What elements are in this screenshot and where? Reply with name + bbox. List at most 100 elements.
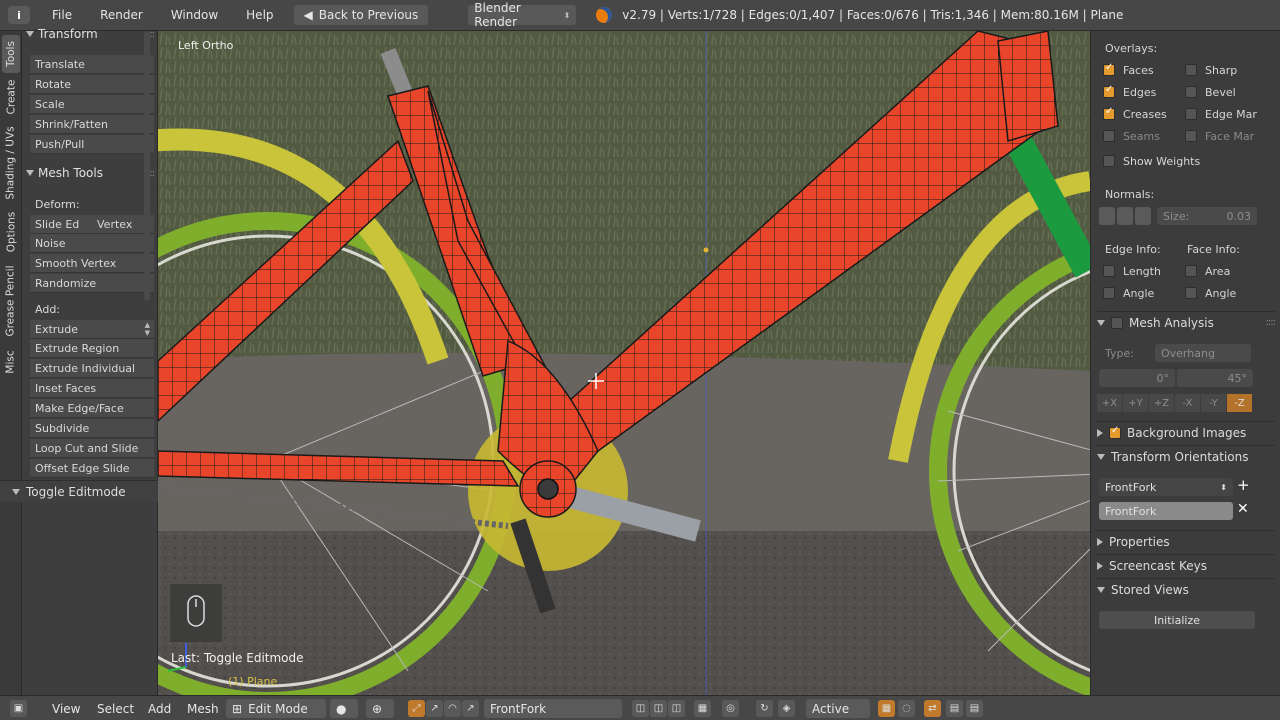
background-images-checkbox[interactable] — [1109, 425, 1121, 439]
project-elements-icon[interactable]: ◌ — [898, 700, 915, 717]
scale-manipulator-icon[interactable]: ↗ — [462, 700, 479, 717]
select-menu[interactable]: Select — [97, 700, 134, 717]
render-image-icon[interactable]: ▤ — [946, 700, 963, 717]
offset-edge-slide-button[interactable]: Offset Edge Slide — [30, 459, 154, 478]
tab-misc[interactable]: Misc — [2, 345, 20, 379]
axis-pos-z-button[interactable]: +Z — [1149, 394, 1174, 412]
split-normals-icon[interactable] — [1117, 207, 1133, 225]
sharp-checkbox[interactable] — [1185, 64, 1197, 76]
3d-viewport[interactable]: Left Ortho Last: Toggle Editmode (1) Pla… — [158, 31, 1090, 695]
edge-length-checkbox[interactable] — [1103, 265, 1115, 277]
add-menu[interactable]: Add — [148, 700, 171, 717]
initialize-button[interactable]: Initialize — [1099, 611, 1255, 629]
translate-button[interactable]: Translate — [30, 55, 154, 74]
back-to-previous-button[interactable]: ◀ Back to Previous — [293, 5, 429, 25]
edges-checkbox[interactable] — [1103, 84, 1115, 98]
edge-angle-checkbox[interactable] — [1103, 287, 1115, 299]
make-edge-face-button[interactable]: Make Edge/Face — [30, 399, 154, 418]
axis-pos-y-button[interactable]: +Y — [1123, 394, 1148, 412]
menu-render[interactable]: Render — [86, 8, 157, 22]
snap-element-icon[interactable]: ◈ — [778, 700, 795, 717]
axis-pos-x-button[interactable]: +X — [1097, 394, 1122, 412]
randomize-button[interactable]: Randomize — [30, 274, 154, 293]
seams-checkbox[interactable] — [1103, 130, 1115, 142]
mesh-tools-panel-header[interactable]: Mesh Tools :::: — [26, 164, 155, 182]
background-images-panel-header[interactable]: Background Images — [1097, 421, 1275, 443]
face-area-checkbox[interactable] — [1185, 265, 1197, 277]
editor-type-icon[interactable]: ▣ — [10, 700, 27, 717]
view-menu[interactable]: View — [52, 700, 80, 717]
analysis-min-field[interactable]: 0° — [1099, 369, 1175, 387]
proportional-editing-icon[interactable]: ◎ — [722, 700, 739, 717]
last-operator-panel-header[interactable]: Toggle Editmode — [0, 480, 158, 502]
vertex-select-icon[interactable]: ◫ — [632, 700, 649, 717]
extrude-button[interactable]: Extrude ▲ ▼ — [30, 320, 154, 339]
extrude-individual-button[interactable]: Extrude Individual — [30, 359, 154, 378]
transform-orientation-select[interactable]: FrontFork — [484, 699, 622, 718]
manipulator-toggle-icon[interactable]: ⤢ — [408, 700, 425, 717]
tab-shading-uvs[interactable]: Shading / UVs — [2, 123, 20, 203]
stored-views-panel-header[interactable]: Stored Views — [1097, 578, 1275, 600]
auto-merge-icon[interactable]: ⇄ — [924, 700, 941, 717]
shading-select[interactable]: ● — [330, 699, 358, 718]
orientation-select[interactable]: FrontFork ⬍ — [1099, 478, 1233, 496]
translate-manipulator-icon[interactable]: ↗ — [426, 700, 443, 717]
analysis-type-select[interactable]: Overhang — [1155, 344, 1251, 362]
analysis-max-field[interactable]: 45° — [1177, 369, 1253, 387]
normals-size-field[interactable]: Size: 0.03 — [1157, 207, 1257, 225]
noise-button[interactable]: Noise — [30, 234, 154, 253]
edge-marks-checkbox[interactable] — [1185, 108, 1197, 120]
mesh-analysis-panel-header[interactable]: Mesh Analysis :::: — [1097, 311, 1277, 333]
edge-select-icon[interactable]: ◫ — [650, 700, 667, 717]
subdivide-button[interactable]: Subdivide — [30, 419, 154, 438]
mode-select[interactable]: ⊞ Edit Mode — [226, 699, 326, 718]
show-weights-checkbox[interactable] — [1103, 155, 1115, 167]
tab-options[interactable]: Options — [2, 207, 20, 257]
drag-handle-icon[interactable]: :::: — [1266, 317, 1277, 328]
mesh-analysis-checkbox[interactable] — [1111, 316, 1123, 329]
render-animation-icon[interactable]: ▤ — [966, 700, 983, 717]
shrink-fatten-button[interactable]: Shrink/Fatten — [30, 115, 154, 134]
rotate-manipulator-icon[interactable]: ◠ — [444, 700, 461, 717]
screencast-keys-panel-header[interactable]: Screencast Keys — [1097, 554, 1275, 576]
menu-window[interactable]: Window — [157, 8, 232, 22]
tab-create[interactable]: Create — [2, 75, 20, 119]
push-pull-button[interactable]: Push/Pull — [30, 135, 154, 154]
orientation-name-field[interactable]: FrontFork — [1099, 502, 1233, 520]
loop-cut-and-slide-button[interactable]: Loop Cut and Slide — [30, 439, 154, 458]
inset-faces-button[interactable]: Inset Faces — [30, 379, 154, 398]
mesh-menu[interactable]: Mesh — [187, 700, 219, 717]
scale-button[interactable]: Scale — [30, 95, 154, 114]
bevel-checkbox[interactable] — [1185, 86, 1197, 98]
face-select-icon[interactable]: ◫ — [668, 700, 685, 717]
properties-panel-header[interactable]: Properties — [1097, 530, 1275, 552]
snap-icon[interactable]: ↻ — [756, 700, 773, 717]
axis-neg-y-button[interactable]: -Y — [1201, 394, 1226, 412]
menu-file[interactable]: File — [38, 8, 86, 22]
info-editor-icon[interactable]: i — [8, 6, 30, 24]
slide-edge-button[interactable]: Slide Ed — [30, 215, 92, 234]
vertex-normals-icon[interactable] — [1099, 207, 1115, 225]
faces-checkbox[interactable] — [1103, 62, 1115, 76]
smooth-vertex-button[interactable]: Smooth Vertex — [30, 254, 154, 273]
render-engine-select[interactable]: Blender Render ⬍ — [468, 1, 577, 29]
menu-help[interactable]: Help — [232, 8, 287, 22]
transform-panel-header[interactable]: Transform :::: — [26, 25, 155, 43]
transform-orientations-panel-header[interactable]: Transform Orientations — [1097, 445, 1275, 467]
shelf-scrollbar[interactable] — [144, 31, 150, 301]
extrude-region-button[interactable]: Extrude Region — [30, 339, 154, 358]
occlude-geometry-icon[interactable]: ▦ — [694, 700, 711, 717]
face-normals-icon[interactable] — [1135, 207, 1151, 225]
add-orientation-icon[interactable]: + — [1237, 476, 1250, 494]
pivot-point-select[interactable]: ⊕ — [366, 699, 394, 718]
tab-tools[interactable]: Tools — [2, 35, 20, 73]
axis-neg-z-button[interactable]: -Z — [1227, 394, 1252, 412]
face-marks-checkbox[interactable] — [1185, 130, 1197, 142]
snap-align-icon[interactable]: ▦ — [878, 700, 895, 717]
snap-target-select[interactable]: Active — [806, 699, 870, 718]
delete-orientation-icon[interactable]: ✕ — [1237, 501, 1249, 517]
face-angle-checkbox[interactable] — [1185, 287, 1197, 299]
tab-grease-pencil[interactable]: Grease Pencil — [2, 261, 20, 341]
creases-checkbox[interactable] — [1103, 106, 1115, 120]
axis-neg-x-button[interactable]: -X — [1175, 394, 1200, 412]
